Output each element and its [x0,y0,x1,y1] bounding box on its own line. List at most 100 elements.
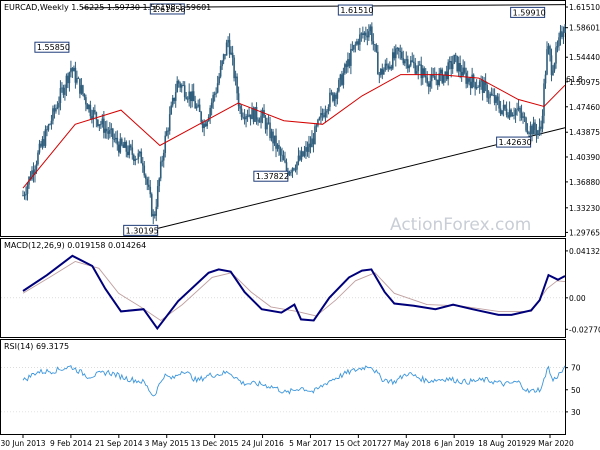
candle-body [442,75,445,83]
candle-body [213,93,216,95]
candle-body [450,61,452,69]
candle-body [553,63,556,71]
candle-body [152,214,155,216]
candle-body [318,117,321,120]
candle-body [403,60,406,64]
candle-body [49,124,51,125]
candle-body [472,74,475,83]
candle-body [359,34,361,45]
candle-body [233,57,235,79]
candle-body [525,117,527,131]
candle-body [457,63,460,72]
candle-body [225,42,228,56]
price-tick-label: 1.33230 [569,204,600,213]
candle-body [489,93,491,98]
candle-body [41,139,44,147]
candle-body [477,86,479,88]
candle-body [534,122,536,130]
price-tick-label: 1.50975 [569,78,600,87]
candle-body [53,108,56,112]
candle-body [516,109,518,111]
candle-body [513,114,515,116]
candle-body [314,126,316,145]
candle-body [125,141,128,152]
candle-body [165,130,168,136]
candle-body [453,54,455,64]
candle-body [137,153,140,159]
rsi-header: RSI(14) 69.3175 [4,342,69,351]
macd-tick-label: 0.00 [569,294,586,303]
candle-body [424,75,427,78]
candle-body [466,78,469,84]
candle-body [68,72,71,84]
candle-body [240,108,243,117]
rsi-tick-label: 30 [571,408,581,417]
candle-body [192,91,195,102]
candle-body [329,92,331,107]
rsi-tick-label: 70 [571,364,581,373]
candle-body [251,108,253,120]
price-tick-label: 1.58601 [569,24,600,33]
price-header: EURCAD,Weekly 1.56225 1.59730 1.56198 1.… [4,3,211,12]
candle-body [246,115,249,117]
candle-body [118,144,120,153]
candle-body [351,49,354,50]
candle-body [365,32,367,36]
candle-body [299,155,301,160]
candle-body [258,121,261,123]
candle-body [535,129,538,135]
candle-body [110,128,113,130]
candle-body [520,112,523,118]
candle-body [245,115,247,120]
candle-body [162,152,165,161]
candle-body [408,65,411,69]
candle-body [414,63,417,74]
candle-body [179,83,182,88]
candle-body [183,85,186,98]
candle-body [427,83,430,87]
swing-label: 1.30195 [126,226,159,235]
candle-body [275,135,277,149]
candle-body [62,87,65,95]
rsi-panel-frame [0,339,566,435]
candle-body [218,76,220,84]
candle-body [447,62,449,80]
candle-body [454,54,457,56]
candle-body [348,59,351,66]
candle-body [143,165,146,176]
candle-body [85,97,87,105]
candle-body [104,128,107,133]
candle-body [531,125,533,135]
candle-body [502,104,505,111]
candle-body [77,78,80,79]
candle-body [369,26,372,32]
candle-body [543,83,545,116]
candle-body [186,98,189,100]
candle-body [474,82,476,89]
candle-body [249,114,252,120]
candle-body [206,120,208,127]
candle-body [303,151,306,156]
candle-body [80,85,83,94]
candle-body [113,139,116,140]
candle-body [273,135,276,144]
price-tick-label: 1.61510 [569,3,600,12]
candle-body [411,60,414,62]
candle-body [32,170,35,175]
candle-body [112,128,114,140]
candle-body [308,143,310,152]
candle-body [389,66,391,69]
candle-body [405,59,408,61]
candle-body [263,110,265,118]
candle-body [396,47,399,49]
candle-body [219,66,222,77]
candle-body [64,87,66,95]
candle-body [106,128,108,132]
candle-body [35,164,38,170]
candle-body [324,112,327,118]
candle-body [22,195,24,197]
candle-body [309,143,312,148]
candle-body [384,63,387,70]
candle-body [394,48,397,59]
candle-body [76,78,78,83]
